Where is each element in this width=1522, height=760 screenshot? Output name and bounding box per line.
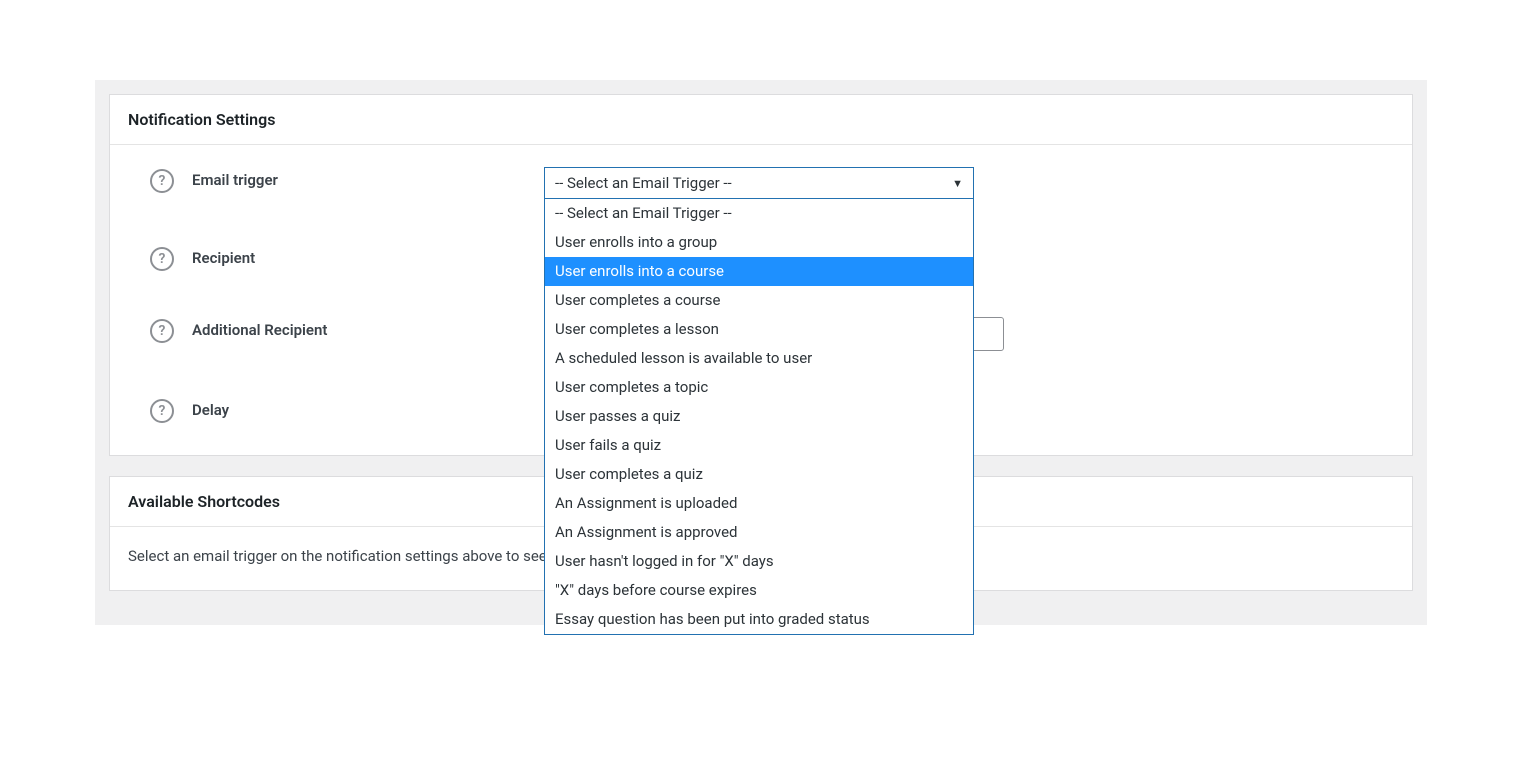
email-trigger-select[interactable]: -- Select an Email Trigger -- ▼ bbox=[544, 167, 974, 199]
email-trigger-option[interactable]: User completes a topic bbox=[545, 373, 973, 402]
email-trigger-option[interactable]: Essay question has been put into graded … bbox=[545, 605, 973, 634]
email-trigger-option[interactable]: An Assignment is uploaded bbox=[545, 489, 973, 518]
label-recipient: Recipient bbox=[192, 245, 542, 315]
row-email-trigger: ? Email trigger -- Select an Email Trigg… bbox=[130, 167, 1392, 243]
label-additional-recipient: Additional Recipient bbox=[192, 317, 542, 395]
email-trigger-option[interactable]: User completes a course bbox=[545, 286, 973, 315]
chevron-down-icon: ▼ bbox=[952, 177, 963, 190]
email-trigger-option[interactable]: User enrolls into a course bbox=[545, 257, 973, 286]
help-icon[interactable]: ? bbox=[150, 399, 174, 423]
email-trigger-option[interactable]: User hasn't logged in for "X" days bbox=[545, 547, 973, 576]
email-trigger-dropdown[interactable]: -- Select an Email Trigger --User enroll… bbox=[544, 198, 974, 635]
notification-settings-title: Notification Settings bbox=[110, 95, 1412, 145]
email-trigger-option[interactable]: User passes a quiz bbox=[545, 402, 973, 431]
email-trigger-option[interactable]: A scheduled lesson is available to user bbox=[545, 344, 973, 373]
email-trigger-option[interactable]: -- Select an Email Trigger -- bbox=[545, 199, 973, 228]
label-delay: Delay bbox=[192, 397, 542, 423]
email-trigger-option[interactable]: User completes a quiz bbox=[545, 460, 973, 489]
email-trigger-selected-text: -- Select an Email Trigger -- bbox=[555, 174, 732, 192]
help-icon[interactable]: ? bbox=[150, 169, 174, 193]
settings-form-table: ? Email trigger -- Select an Email Trigg… bbox=[128, 165, 1394, 425]
page-background: Notification Settings ? Email trigger --… bbox=[95, 80, 1427, 625]
help-icon[interactable]: ? bbox=[150, 319, 174, 343]
help-icon[interactable]: ? bbox=[150, 247, 174, 271]
label-email-trigger: Email trigger bbox=[192, 167, 542, 243]
email-trigger-option[interactable]: An Assignment is approved bbox=[545, 518, 973, 547]
email-trigger-option[interactable]: User enrolls into a group bbox=[545, 228, 973, 257]
email-trigger-option[interactable]: "X" days before course expires bbox=[545, 576, 973, 605]
notification-settings-body: ? Email trigger -- Select an Email Trigg… bbox=[110, 145, 1412, 455]
email-trigger-option[interactable]: User completes a lesson bbox=[545, 315, 973, 344]
email-trigger-option[interactable]: User fails a quiz bbox=[545, 431, 973, 460]
notification-settings-panel: Notification Settings ? Email trigger --… bbox=[109, 94, 1413, 456]
